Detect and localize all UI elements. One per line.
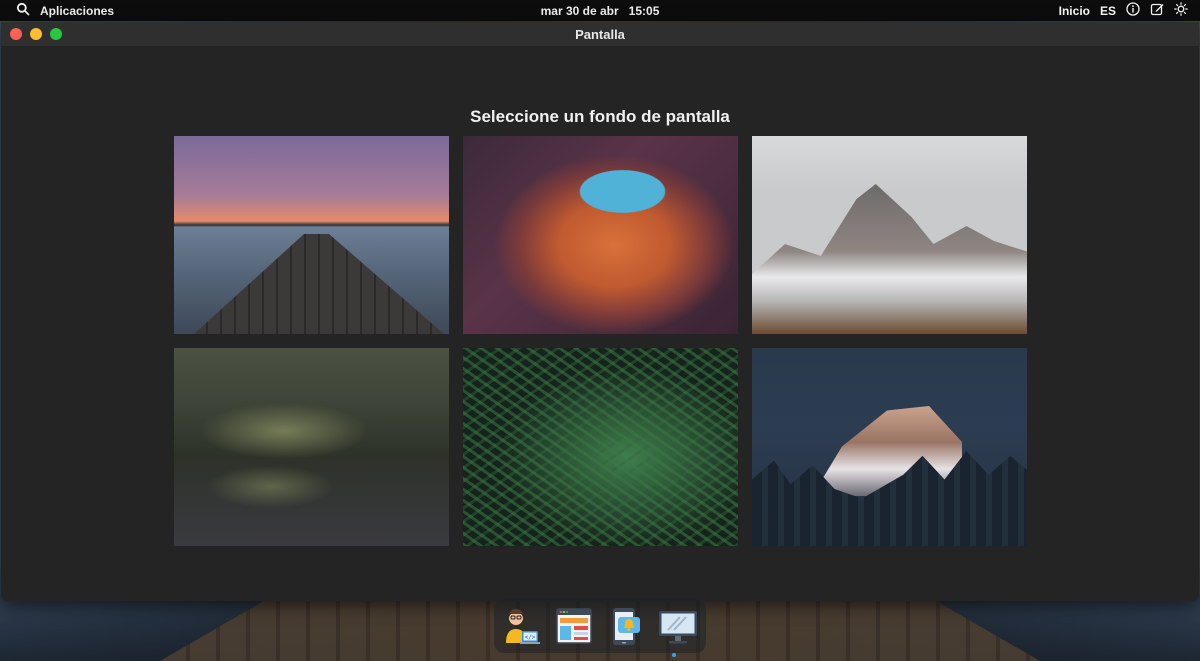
wallpaper-grid <box>174 136 1027 546</box>
close-button[interactable] <box>10 28 22 40</box>
wallpaper-option-half-dome-night[interactable] <box>752 348 1027 546</box>
edit-icon[interactable] <box>1150 2 1164 19</box>
window-controls <box>1 28 62 40</box>
svg-text:</>: </> <box>525 634 536 641</box>
maximize-button[interactable] <box>50 28 62 40</box>
clock-date[interactable]: mar 30 de abr <box>541 4 619 18</box>
home-menu[interactable]: Inicio <box>1059 4 1090 18</box>
developer-icon: </> <box>506 609 540 644</box>
search-icon[interactable] <box>16 2 30 19</box>
menu-bar-left: Aplicaciones <box>0 2 114 19</box>
dock-item-notifications[interactable] <box>606 605 646 647</box>
wallpaper-option-snowy-mountains[interactable] <box>752 136 1027 334</box>
dock-active-indicator <box>672 653 676 657</box>
dock-item-layout[interactable] <box>554 605 594 647</box>
phone-notification-icon <box>613 608 640 645</box>
clock: mar 30 de abr 15:05 <box>0 4 1200 18</box>
window-content: Seleccione un fondo de pantalla <box>1 46 1199 601</box>
dock-item-developer[interactable]: </> <box>502 605 542 647</box>
info-icon[interactable] <box>1126 2 1140 19</box>
brightness-icon[interactable] <box>1174 2 1188 19</box>
dock: </> <box>494 599 706 653</box>
wallpaper-option-misty-forest[interactable] <box>174 348 449 546</box>
language-indicator[interactable]: ES <box>1100 4 1116 18</box>
menu-bar: Aplicaciones mar 30 de abr 15:05 Inicio … <box>0 0 1200 21</box>
menu-bar-right: Inicio ES <box>1059 2 1200 19</box>
browser-layout-icon <box>556 608 592 644</box>
display-monitor-icon <box>659 611 697 644</box>
window-title: Pantalla <box>575 26 625 42</box>
window-titlebar[interactable]: Pantalla <box>1 22 1199 46</box>
page-title: Seleccione un fondo de pantalla <box>470 107 730 126</box>
dock-item-display[interactable] <box>658 605 698 647</box>
minimize-button[interactable] <box>30 28 42 40</box>
clock-time[interactable]: 15:05 <box>629 4 660 18</box>
wallpaper-option-fern[interactable] <box>463 348 738 546</box>
wallpaper-option-pier-sunset[interactable] <box>174 136 449 334</box>
wallpaper-option-canyon[interactable] <box>463 136 738 334</box>
applications-menu[interactable]: Aplicaciones <box>40 4 114 18</box>
display-settings-window: Pantalla Seleccione un fondo de pantalla <box>1 22 1199 601</box>
